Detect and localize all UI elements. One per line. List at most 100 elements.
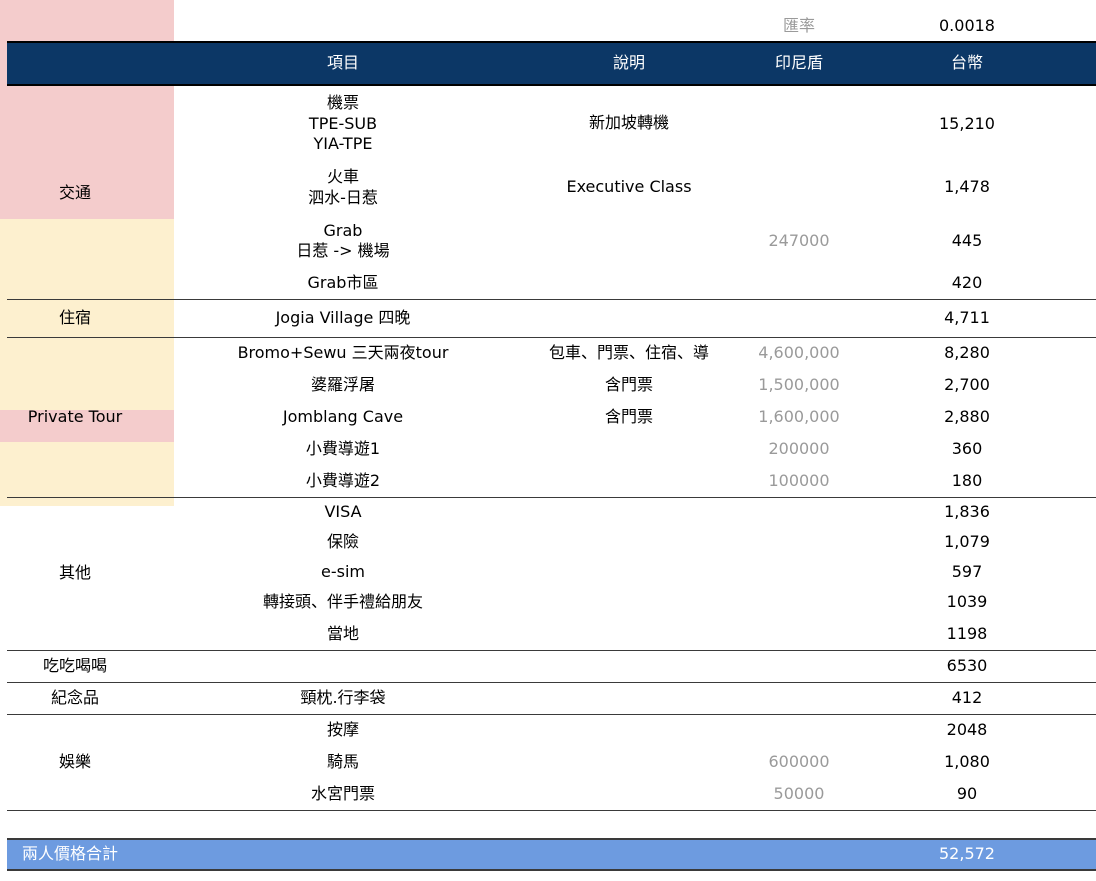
category-cell: 住宿 — [58, 307, 91, 327]
twd-cell: 445 — [951, 230, 983, 250]
twd-cell: 1,080 — [944, 751, 990, 771]
item-cell: 騎馬 — [326, 751, 359, 771]
row-divider — [7, 497, 1096, 498]
twd-cell: 412 — [951, 687, 983, 707]
exchange-rate-label: 匯率 — [782, 15, 815, 35]
idr-cell: 600000 — [768, 751, 830, 771]
item-cell: 轉接頭、伴手禮給朋友 — [262, 592, 423, 612]
header-desc: 說明 — [612, 53, 645, 73]
twd-cell: 2048 — [946, 719, 988, 739]
idr-cell: 50000 — [773, 783, 825, 803]
desc-cell — [543, 299, 715, 337]
twd-cell: 1,478 — [944, 177, 990, 197]
item-cell: Grab市區 — [307, 273, 379, 293]
item-cell: VISA — [324, 501, 362, 521]
row-divider — [7, 299, 1096, 300]
category-cell: 吃吃喝喝 — [42, 655, 107, 675]
row-divider — [7, 650, 1096, 651]
twd-cell: 2,700 — [944, 374, 990, 394]
idr-cell — [715, 161, 883, 214]
desc-cell — [543, 557, 715, 587]
idr-cell: 100000 — [768, 470, 830, 490]
desc-cell — [543, 497, 715, 527]
header-twd: 台幣 — [950, 53, 983, 73]
desc-cell — [543, 746, 715, 778]
item-cell: 按摩 — [326, 719, 359, 739]
item-cell: Jogia Village 四晚 — [275, 307, 411, 327]
idr-cell — [715, 87, 883, 161]
desc-cell — [543, 465, 715, 497]
twd-cell: 6530 — [946, 655, 988, 675]
twd-cell: 420 — [951, 273, 983, 293]
item-cell: Grab 日惹 -> 機場 — [296, 220, 390, 260]
total-label: 兩人價格合計 — [22, 844, 119, 864]
desc-cell — [543, 714, 715, 746]
desc-cell — [543, 527, 715, 557]
desc-cell — [543, 682, 715, 714]
idr-cell — [715, 587, 883, 618]
twd-cell: 2,880 — [944, 406, 990, 426]
desc-cell — [543, 650, 715, 682]
twd-cell: 360 — [951, 438, 983, 458]
item-cell: 頸枕.行李袋 — [300, 687, 386, 707]
desc-cell: 新加坡轉機 — [588, 112, 669, 132]
twd-cell: 180 — [951, 470, 983, 490]
twd-cell: 1,836 — [944, 501, 990, 521]
row-divider — [7, 714, 1096, 715]
item-cell — [143, 650, 543, 682]
exchange-rate-value: 0.0018 — [939, 15, 995, 35]
item-cell: Jomblang Cave — [282, 406, 404, 426]
desc-cell: 含門票 — [604, 374, 653, 394]
idr-cell — [715, 682, 883, 714]
idr-cell — [715, 497, 883, 527]
idr-cell: 1,600,000 — [758, 406, 840, 426]
twd-cell: 90 — [956, 783, 978, 803]
header-idr: 印尼盾 — [774, 53, 823, 73]
category-cell: 娛樂 — [58, 751, 91, 771]
desc-cell: 含門票 — [604, 406, 653, 426]
item-cell: e-sim — [321, 561, 365, 581]
desc-cell — [543, 618, 715, 650]
twd-cell: 1,079 — [944, 531, 990, 551]
item-cell: 保險 — [326, 531, 359, 551]
idr-cell: 247000 — [768, 230, 830, 250]
twd-cell: 8,280 — [944, 342, 990, 362]
desc-cell — [543, 587, 715, 618]
item-cell: 當地 — [326, 623, 359, 643]
desc-cell — [543, 778, 715, 810]
header-item: 項目 — [326, 53, 359, 73]
idr-cell: 4,600,000 — [758, 342, 840, 362]
row-divider — [7, 337, 1096, 338]
idr-cell — [715, 299, 883, 337]
row-divider — [7, 810, 1096, 811]
row-divider — [7, 682, 1096, 683]
desc-cell — [543, 214, 715, 268]
item-cell: 火車 泗水-日惹 — [308, 167, 378, 207]
twd-cell: 1198 — [946, 623, 988, 643]
item-cell: 小費導遊2 — [305, 470, 381, 490]
desc-cell — [543, 433, 715, 465]
desc-cell — [543, 268, 715, 299]
idr-cell — [715, 527, 883, 557]
item-cell: Bromo+Sewu 三天兩夜tour — [237, 342, 449, 362]
category-cell: Private Tour — [27, 406, 123, 426]
category-cell: 交通 — [58, 182, 91, 202]
category-cell: 其他 — [58, 563, 91, 583]
item-cell: 機票 TPE-SUB YIA-TPE — [308, 93, 378, 154]
idr-cell: 1,500,000 — [758, 374, 840, 394]
item-cell: 婆羅浮屠 — [310, 374, 375, 394]
twd-cell: 597 — [951, 561, 983, 581]
twd-cell: 15,210 — [939, 113, 995, 133]
total-value: 52,572 — [939, 844, 995, 864]
desc-cell: 包車、門票、住宿、導 — [548, 342, 709, 362]
idr-cell — [715, 268, 883, 299]
idr-cell — [715, 618, 883, 650]
item-cell: 小費導遊1 — [305, 438, 381, 458]
desc-cell: Executive Class — [566, 176, 692, 196]
twd-cell: 1039 — [946, 592, 988, 612]
item-cell: 水宮門票 — [310, 783, 375, 803]
idr-cell — [715, 714, 883, 746]
twd-cell: 4,711 — [944, 307, 990, 327]
idr-cell — [715, 557, 883, 587]
idr-cell: 200000 — [768, 438, 830, 458]
